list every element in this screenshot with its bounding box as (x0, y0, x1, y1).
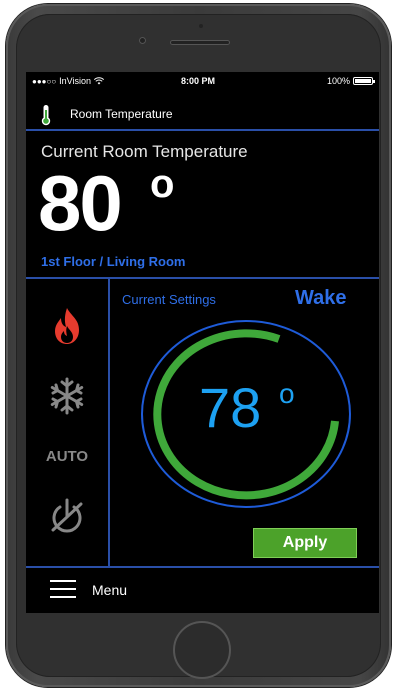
hamburger-bar (50, 588, 76, 590)
carrier-name: InVision (59, 76, 92, 86)
menu-label: Menu (92, 582, 128, 598)
signal-strength: ●●●○○ (32, 76, 57, 86)
wifi-icon (94, 77, 105, 85)
header-divider (26, 129, 379, 131)
room-location: 1st Floor / Living Room (41, 254, 186, 269)
status-time: 8:00 PM (181, 76, 216, 86)
mode-auto-button[interactable]: AUTO (26, 441, 108, 471)
auto-label: AUTO (45, 447, 89, 465)
page-title: Room Temperature (70, 107, 173, 121)
hamburger-bar (50, 596, 76, 598)
mode-selector: AUTO (26, 279, 108, 566)
battery-percent: 100% (326, 76, 350, 86)
sensor-dot (199, 24, 203, 28)
power-off-icon (51, 498, 83, 533)
current-temp-degree: o (150, 162, 175, 206)
flame-icon (55, 308, 79, 344)
front-camera (139, 37, 146, 44)
status-bar: ●●●○○ InVision 8:00 PM 100% (26, 72, 379, 90)
mode-divider (108, 279, 110, 567)
status-left: ●●●○○ InVision (32, 76, 105, 86)
hamburger-icon (50, 580, 76, 598)
home-button[interactable] (173, 621, 231, 679)
snowflake-icon (50, 377, 84, 415)
current-temp-value: 80 (38, 159, 123, 247)
hamburger-bar (50, 580, 76, 582)
target-temp-value: 78 (199, 376, 262, 439)
apply-button[interactable]: Apply (253, 528, 357, 558)
mode-heat-button[interactable] (26, 301, 108, 351)
thermometer-icon (41, 105, 51, 126)
current-settings-label: Current Settings (122, 292, 216, 307)
status-right: 100% (326, 76, 375, 86)
mode-off-button[interactable] (26, 491, 108, 541)
battery-fill (355, 79, 371, 83)
app-screen: ●●●○○ InVision 8:00 PM 100% Room Tempera… (26, 72, 379, 613)
app-header: Room Temperature (26, 98, 379, 130)
mode-cool-button[interactable] (26, 371, 108, 421)
battery-icon (353, 77, 375, 85)
target-temp-degree: o (279, 378, 295, 409)
menu-button[interactable]: Menu (26, 568, 379, 613)
earpiece-speaker (170, 40, 230, 45)
schedule-name[interactable]: Wake (295, 287, 347, 310)
